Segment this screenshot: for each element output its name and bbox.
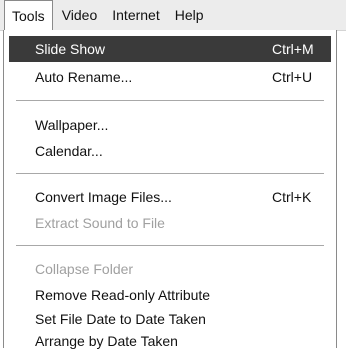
- menu-item-slide-show[interactable]: Slide Show Ctrl+M: [9, 36, 331, 62]
- menu-item-label: Convert Image Files...: [35, 189, 172, 205]
- menu-item-extract-sound: Extract Sound to File: [9, 210, 331, 236]
- menu-item-label: Extract Sound to File: [35, 215, 165, 231]
- menu-item-arrange-by-date[interactable]: Arrange by Date Taken: [9, 328, 331, 354]
- menu-item-label: Calendar...: [35, 143, 103, 159]
- menu-tools[interactable]: Tools: [4, 0, 53, 30]
- menu-item-convert-image-files[interactable]: Convert Image Files... Ctrl+K: [9, 184, 331, 210]
- menu-item-auto-rename[interactable]: Auto Rename... Ctrl+U: [9, 64, 331, 90]
- menu-video[interactable]: Video: [56, 0, 104, 30]
- menu-item-collapse-folder: Collapse Folder: [9, 256, 331, 282]
- menu-item-shortcut: Ctrl+U: [272, 69, 313, 85]
- menu-item-wallpaper[interactable]: Wallpaper...: [9, 112, 331, 138]
- menu-separator: [16, 100, 324, 101]
- menu-separator: [16, 173, 324, 174]
- menu-item-label: Set File Date to Date Taken: [35, 311, 206, 327]
- menu-item-label: Wallpaper...: [35, 117, 109, 133]
- menu-item-label: Auto Rename...: [35, 69, 133, 85]
- tools-dropdown-menu: Slide Show Ctrl+M Auto Rename... Ctrl+U …: [3, 30, 337, 349]
- menu-internet[interactable]: Internet: [106, 0, 165, 30]
- menu-item-shortcut: Ctrl+M: [272, 41, 314, 57]
- menu-item-label: Collapse Folder: [35, 261, 134, 277]
- menu-item-shortcut: Ctrl+K: [272, 189, 312, 205]
- menu-bar: Tools Video Internet Help: [0, 0, 346, 31]
- menu-item-label: Slide Show: [35, 41, 106, 57]
- menu-item-label: Arrange by Date Taken: [35, 333, 178, 349]
- menu-item-label: Remove Read-only Attribute: [35, 287, 211, 303]
- menu-help[interactable]: Help: [169, 0, 210, 30]
- menu-item-calendar[interactable]: Calendar...: [9, 138, 331, 164]
- menu-separator: [16, 245, 324, 246]
- menu-item-remove-read-only[interactable]: Remove Read-only Attribute: [9, 282, 331, 308]
